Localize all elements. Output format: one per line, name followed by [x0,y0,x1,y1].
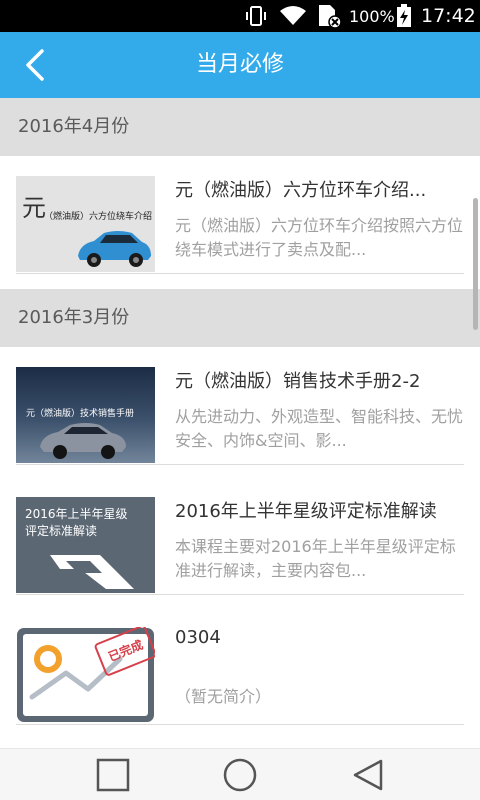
back-button[interactable] [12,42,58,88]
course-desc: 本课程主要对2016年上半年星级评定标准进行解读，主要内容包... [175,537,456,580]
course-thumbnail: 元（燃油版）技术销售手册 [16,367,155,463]
course-item[interactable]: 2016年上半年星级 评定标准解读 2016年上半年星级评定标准解读 本课程主要… [0,477,480,595]
battery-charging-icon [396,0,412,32]
course-desc: 从先进动力、外观造型、智能科技、无忧安全、内饰&空间、影... [175,407,464,450]
clock: 17:42 [421,5,476,27]
course-thumbnail: 已完成 [16,627,155,723]
course-desc: （暂无简介） [175,687,272,706]
thumb-line-2: 评定标准解读 [25,524,98,538]
course-thumbnail: 2016年上半年星级 评定标准解读 [16,497,155,593]
course-item[interactable]: 已完成 0304 （暂无简介） [0,607,480,725]
vibrate-icon [244,0,268,32]
home-button[interactable] [216,755,264,795]
wifi-icon [279,0,307,32]
divider [16,464,464,465]
recent-apps-button[interactable] [89,755,137,795]
status-bar: 100% 17:42 [0,0,480,32]
battery-percent: 100% [349,6,395,26]
course-title: 0304 [175,627,221,648]
course-title: 元（燃油版）销售技术手册2-2 [175,371,421,392]
course-desc: 元（燃油版）六方位环车介绍按照六方位绕车模式进行了卖点及配... [175,216,464,259]
section-header-march: 2016年3月份 [0,289,480,347]
course-title: 元（燃油版）六方位环车介绍... [175,180,427,201]
square-icon [96,758,130,792]
course-item[interactable]: 元（燃油版）技术销售手册 元（燃油版）销售技术手册2-2 从先进动力、外观造型、… [0,347,480,465]
thumb-logo: 元 [22,194,46,222]
thumb-caption: 元（燃油版）技术销售手册 [26,409,135,419]
thumb-caption: （燃油版）六方位绕车介绍 [44,212,153,222]
scrollbar[interactable] [473,198,478,330]
page-title: 当月必修 [195,52,284,77]
divider [16,724,464,725]
car-image [78,231,151,267]
completed-stamp-label: 已完成 [106,637,145,665]
car-image [40,423,126,459]
chevron-left-icon [26,49,44,81]
brand-logo [50,555,134,589]
system-nav-bar [0,748,480,800]
divider [16,594,464,595]
course-item[interactable]: 元 （燃油版）六方位绕车介绍 元（燃油版）六方位环车介绍... 元（燃油版）六方… [0,156,480,274]
divider [16,273,464,274]
section-header-april: 2016年4月份 [0,98,480,156]
no-sim-icon [316,0,342,32]
triangle-back-icon [353,759,383,791]
course-list[interactable]: 2016年4月份 元 （燃油版）六方位绕车介绍 元（燃油版）六方位环车介绍...… [0,98,480,748]
course-title: 2016年上半年星级评定标准解读 [175,501,437,522]
app-bar: 当月必修 [0,32,480,98]
circle-icon [223,758,257,792]
course-thumbnail: 元 （燃油版）六方位绕车介绍 [16,176,155,272]
back-nav-button[interactable] [344,755,392,795]
thumb-line-1: 2016年上半年星级 [25,507,128,521]
